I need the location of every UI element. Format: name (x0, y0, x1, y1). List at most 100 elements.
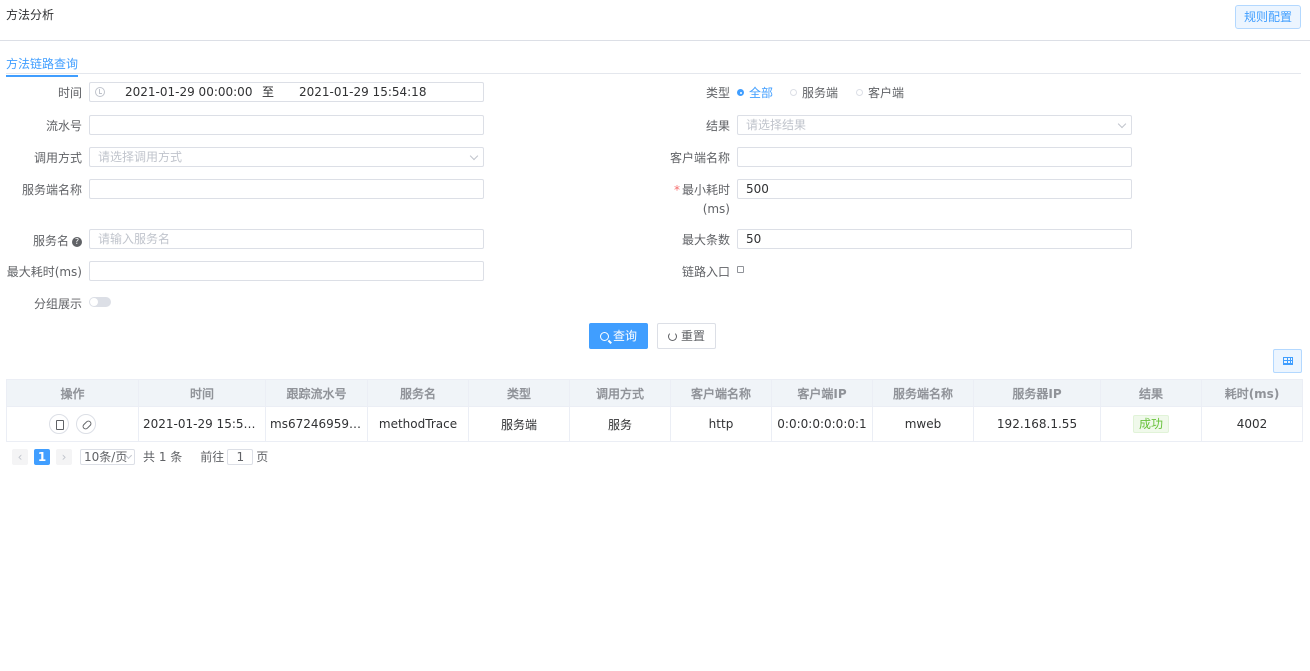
type-label: 类型 (705, 86, 730, 100)
min-cost-label: * 最小耗时 (ms) (674, 181, 730, 219)
pagination: ‹ 1 › 10条/页 共 1 条 前往 1 页 (12, 448, 268, 465)
table-header-row: 操作 时间 跟踪流水号 服务名 类型 调用方式 客户端名称 客户端IP 服务端名… (6, 379, 1303, 407)
rule-config-button[interactable]: 规则配置 (1234, 5, 1301, 29)
chevron-down-icon (1117, 119, 1127, 129)
cell-server-ip: 192.168.1.55 (973, 406, 1101, 442)
row-actions (6, 406, 139, 442)
column-header[interactable]: 跟踪流水号 (265, 379, 368, 407)
page-size-value: 10条/页 (84, 449, 128, 464)
serial-label: 流水号 (45, 119, 82, 133)
group-label: 分组展示 (33, 297, 82, 311)
type-radio-all[interactable]: 全部 (737, 84, 773, 101)
column-header[interactable]: 结果 (1100, 379, 1202, 407)
type-radio-client[interactable]: 客户端 (856, 84, 904, 101)
cell-trace-id[interactable]: ms672469592... (265, 406, 368, 442)
trace-table: 操作 时间 跟踪流水号 服务名 类型 调用方式 客户端名称 客户端IP 服务端名… (6, 379, 1303, 442)
entry-label: 链路入口 (681, 265, 730, 279)
refresh-icon (668, 331, 677, 341)
column-header[interactable]: 调用方式 (569, 379, 671, 407)
cell-client-name: http (670, 406, 772, 442)
cell-call-mode: 服务 (569, 406, 671, 442)
type-radio-all-label: 全部 (749, 86, 774, 100)
column-header[interactable]: 耗时(ms) (1201, 379, 1303, 407)
column-header: 操作 (6, 379, 139, 407)
column-header[interactable]: 服务名 (367, 379, 469, 407)
link-icon[interactable] (76, 414, 97, 434)
radio-unchecked-icon (856, 89, 863, 96)
time-end-input[interactable]: 2021-01-29 15:54:18 (299, 83, 426, 101)
min-cost-label-text: 最小耗时 (681, 183, 730, 197)
cell-service: methodTrace (367, 406, 469, 442)
group-switch[interactable] (89, 297, 111, 307)
time-range-picker[interactable]: 2021-01-29 00:00:00 至 2021-01-29 15:54:1… (89, 82, 484, 102)
max-cost-input[interactable] (89, 261, 484, 281)
result-label: 结果 (705, 119, 730, 133)
required-mark: * (673, 183, 680, 197)
server-name-label: 服务端名称 (21, 183, 82, 197)
next-page-button[interactable]: › (56, 448, 72, 465)
query-button-label: 查询 (613, 329, 638, 343)
column-header[interactable]: 客户端IP (771, 379, 873, 407)
cell-cost: 4002 (1201, 406, 1303, 442)
query-button[interactable]: 查询 (589, 323, 649, 349)
clock-icon (95, 87, 105, 97)
serial-input[interactable] (89, 115, 484, 135)
document-icon[interactable] (48, 414, 69, 434)
column-settings-button[interactable] (1273, 349, 1302, 373)
client-name-input[interactable] (737, 147, 1132, 167)
result-select[interactable]: 请选择结果 (737, 115, 1132, 135)
client-name-label: 客户端名称 (669, 151, 730, 165)
column-header[interactable]: 服务端名称 (872, 379, 974, 407)
max-rows-label: 最大条数 (681, 233, 730, 247)
column-header[interactable]: 时间 (138, 379, 266, 407)
goto-label: 前往 (200, 450, 225, 464)
prev-page-button[interactable]: ‹ (12, 448, 28, 465)
radio-unchecked-icon (790, 89, 797, 96)
cell-client-ip: 0:0:0:0:0:0:0:1 (771, 406, 873, 442)
chevron-down-icon (124, 451, 133, 459)
type-radio-client-label: 客户端 (868, 86, 905, 100)
entry-checkbox[interactable] (737, 266, 744, 273)
call-mode-select[interactable]: 请选择调用方式 (89, 147, 484, 167)
cell-result: 成功 (1100, 406, 1202, 442)
max-cost-label: 最大耗时(ms) (6, 265, 82, 279)
service-name-input[interactable]: 请输入服务名 (89, 229, 484, 249)
chevron-down-icon (469, 151, 479, 161)
service-name-label-text: 服务名 (32, 234, 69, 248)
help-icon[interactable]: ? (72, 236, 82, 247)
total-count: 共 1 条 (143, 450, 183, 464)
reset-button[interactable]: 重置 (657, 323, 717, 349)
table-grid-icon (1283, 357, 1293, 365)
time-label: 时间 (57, 86, 82, 100)
column-header[interactable]: 客户端名称 (670, 379, 772, 407)
table-row[interactable]: 2021-01-29 15:54:08 ms672469592... metho… (6, 406, 1303, 442)
max-rows-input[interactable]: 50 (737, 229, 1132, 249)
reset-button-label: 重置 (681, 329, 706, 343)
goto-suffix: 页 (256, 450, 269, 464)
status-badge: 成功 (1132, 415, 1169, 433)
cell-time: 2021-01-29 15:54:08 (138, 406, 266, 442)
column-header[interactable]: 服务器IP (973, 379, 1101, 407)
page-title: 方法分析 (6, 8, 55, 22)
time-start-input[interactable]: 2021-01-29 00:00:00 (125, 83, 252, 101)
time-range-separator: 至 (262, 85, 275, 99)
call-mode-label: 调用方式 (33, 151, 82, 165)
radio-checked-icon (737, 89, 744, 96)
column-header[interactable]: 类型 (468, 379, 570, 407)
goto-page-input[interactable]: 1 (227, 448, 254, 465)
header-divider (0, 40, 1310, 41)
min-cost-label-unit: (ms) (702, 202, 730, 216)
result-select-placeholder: 请选择结果 (746, 118, 807, 132)
tab-divider (6, 73, 1301, 74)
page-size-select[interactable]: 10条/页 (80, 448, 135, 465)
search-icon (600, 331, 609, 341)
type-radio-server-label: 服务端 (802, 86, 839, 100)
page-number-current[interactable]: 1 (34, 448, 50, 465)
min-cost-input[interactable]: 500 (737, 179, 1132, 199)
service-name-label: 服务名? (33, 232, 82, 249)
cell-server-name: mweb (872, 406, 974, 442)
server-name-input[interactable] (89, 179, 484, 199)
call-mode-placeholder: 请选择调用方式 (98, 150, 183, 164)
cell-type: 服务端 (468, 406, 570, 442)
type-radio-server[interactable]: 服务端 (790, 84, 838, 101)
